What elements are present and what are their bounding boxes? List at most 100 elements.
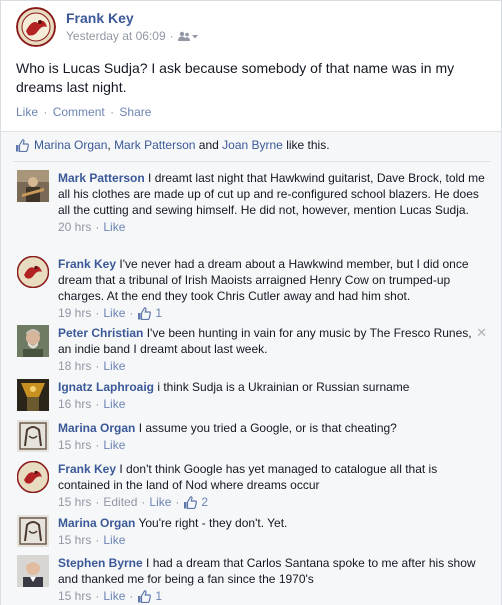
commenter-avatar[interactable]: [17, 555, 49, 587]
separator: ·: [95, 438, 100, 452]
thumbs-up-icon: [138, 589, 152, 603]
comment-body: Stephen Byrne I had a dream that Carlos …: [58, 555, 488, 604]
comment-time[interactable]: 15 hrs: [58, 437, 91, 453]
comment-like-button[interactable]: Like: [149, 494, 171, 510]
separator: ·: [175, 495, 180, 509]
comment: Frank Key I don't think Google has yet m…: [17, 461, 491, 510]
post-meta: Yesterday at 06:09 ·: [66, 29, 198, 43]
likes-suffix: like this.: [286, 138, 330, 152]
commenter-name[interactable]: Stephen Byrne: [58, 556, 143, 570]
commenter-name[interactable]: Peter Christian: [58, 326, 143, 340]
author-avatar[interactable]: [16, 7, 56, 47]
commenter-avatar[interactable]: [17, 379, 49, 411]
comment-text: i think Sudja is a Ukrainian or Russian …: [157, 380, 410, 394]
separator: ·: [43, 105, 48, 119]
likes-summary: Marina Organ, Mark Patterson and Joan By…: [15, 138, 330, 152]
post-card: Frank Key Yesterday at 06:09 · Who is Lu…: [0, 0, 502, 605]
edited-label[interactable]: Edited: [103, 494, 137, 510]
comment-like-button[interactable]: Like: [103, 305, 125, 321]
commenter-name[interactable]: Frank Key: [58, 462, 116, 476]
comment-time[interactable]: 15 hrs: [58, 532, 91, 548]
liker-name[interactable]: Joan Byrne: [222, 138, 283, 152]
separator: ·: [169, 29, 174, 43]
comment-time[interactable]: 16 hrs: [58, 396, 91, 412]
comment: Mark Patterson I dreamt last night that …: [17, 170, 491, 248]
comment-like-count[interactable]: 1: [155, 305, 162, 321]
commenter-avatar[interactable]: [17, 170, 49, 202]
comment-meta: 19 hrs · Like · 1: [58, 305, 488, 321]
and-text: and: [198, 138, 219, 152]
comment-like-button[interactable]: Like: [103, 437, 125, 453]
comment-like-button[interactable]: Like: [103, 396, 125, 412]
divider: [13, 161, 491, 162]
friends-icon[interactable]: [177, 31, 198, 42]
separator: ·: [129, 589, 134, 603]
commenter-avatar[interactable]: [17, 461, 49, 493]
comment-meta: 15 hrs · Like: [58, 532, 488, 548]
comment: Marina Organ You're right - they don't. …: [17, 515, 491, 547]
comment-body: Marina Organ I assume you tried a Google…: [58, 420, 488, 453]
commenter-name[interactable]: Mark Patterson: [58, 171, 145, 185]
comment-body: Frank Key I've never had a dream about a…: [58, 256, 488, 321]
commenter-avatar[interactable]: [17, 420, 49, 452]
post-actions: Like · Comment · Share: [16, 105, 151, 119]
like-button[interactable]: Like: [16, 105, 38, 119]
comment-meta: 18 hrs · Like: [58, 358, 488, 374]
comment-time[interactable]: 15 hrs: [58, 494, 91, 510]
comment-meta: 15 hrs · Like · 1: [58, 588, 488, 604]
post-header: Frank Key Yesterday at 06:09 ·: [16, 7, 481, 51]
comment: Stephen Byrne I had a dream that Carlos …: [17, 555, 491, 604]
separator: ·: [95, 495, 100, 509]
comment: Frank Key I've never had a dream about a…: [17, 256, 491, 321]
comment-body: Frank Key I don't think Google has yet m…: [58, 461, 488, 510]
comment-like-button[interactable]: Like: [103, 588, 125, 604]
commenter-name[interactable]: Marina Organ: [58, 421, 135, 435]
comment-time[interactable]: 19 hrs: [58, 305, 91, 321]
comment-like-button[interactable]: Like: [103, 532, 125, 548]
separator: ·: [95, 533, 100, 547]
liker-name[interactable]: Mark Patterson: [114, 138, 195, 152]
separator: ·: [110, 105, 115, 119]
commenter-name[interactable]: Frank Key: [58, 257, 116, 271]
comment-time[interactable]: 15 hrs: [58, 588, 91, 604]
comment-meta: 15 hrs · Edited · Like · 2: [58, 494, 488, 510]
separator: ·: [95, 359, 100, 373]
comment-like-button[interactable]: Like: [103, 358, 125, 374]
commenter-avatar[interactable]: [17, 256, 49, 288]
commenter-name[interactable]: Marina Organ: [58, 516, 135, 530]
comment-like-count[interactable]: 2: [201, 494, 208, 510]
comment-meta: 20 hrs · Like: [58, 219, 488, 235]
separator: ·: [95, 220, 100, 234]
comment-like-count[interactable]: 1: [155, 588, 162, 604]
separator: ·: [95, 306, 100, 320]
post-timestamp[interactable]: Yesterday at 06:09: [66, 29, 166, 43]
feedback-section: Marina Organ, Mark Patterson and Joan By…: [1, 131, 501, 605]
comment: Peter Christian I've been hunting in vai…: [17, 325, 491, 374]
separator: ·: [129, 306, 134, 320]
thumbs-up-icon: [138, 306, 152, 320]
comma: ,: [107, 138, 111, 152]
comment-text: I've never had a dream about a Hawkwind …: [58, 257, 469, 303]
share-button[interactable]: Share: [119, 105, 151, 119]
comment-like-button[interactable]: Like: [103, 219, 125, 235]
comment-time[interactable]: 18 hrs: [58, 358, 91, 374]
post-author-name[interactable]: Frank Key: [66, 10, 134, 26]
commenter-avatar[interactable]: [17, 515, 49, 547]
post-text: Who is Lucas Sudja? I ask because somebo…: [16, 60, 455, 95]
thumbs-up-icon: [184, 495, 198, 509]
comment-button[interactable]: Comment: [53, 105, 105, 119]
comment-body: Mark Patterson I dreamt last night that …: [58, 170, 488, 235]
comment-meta: 16 hrs · Like: [58, 396, 488, 412]
remove-comment-icon[interactable]: ✕: [476, 325, 487, 341]
commenter-avatar[interactable]: [17, 325, 49, 357]
thumbs-up-icon: [16, 138, 29, 152]
comment-body: Peter Christian I've been hunting in vai…: [58, 325, 488, 374]
commenter-name[interactable]: Ignatz Laphroaig: [58, 380, 154, 394]
liker-name[interactable]: Marina Organ: [34, 138, 107, 152]
comment-time[interactable]: 20 hrs: [58, 219, 91, 235]
separator: ·: [95, 397, 100, 411]
comment-text: You're right - they don't. Yet.: [138, 516, 288, 530]
separator: ·: [141, 495, 146, 509]
comment: Ignatz Laphroaig i think Sudja is a Ukra…: [17, 379, 491, 411]
comment-body: Marina Organ You're right - they don't. …: [58, 515, 488, 548]
